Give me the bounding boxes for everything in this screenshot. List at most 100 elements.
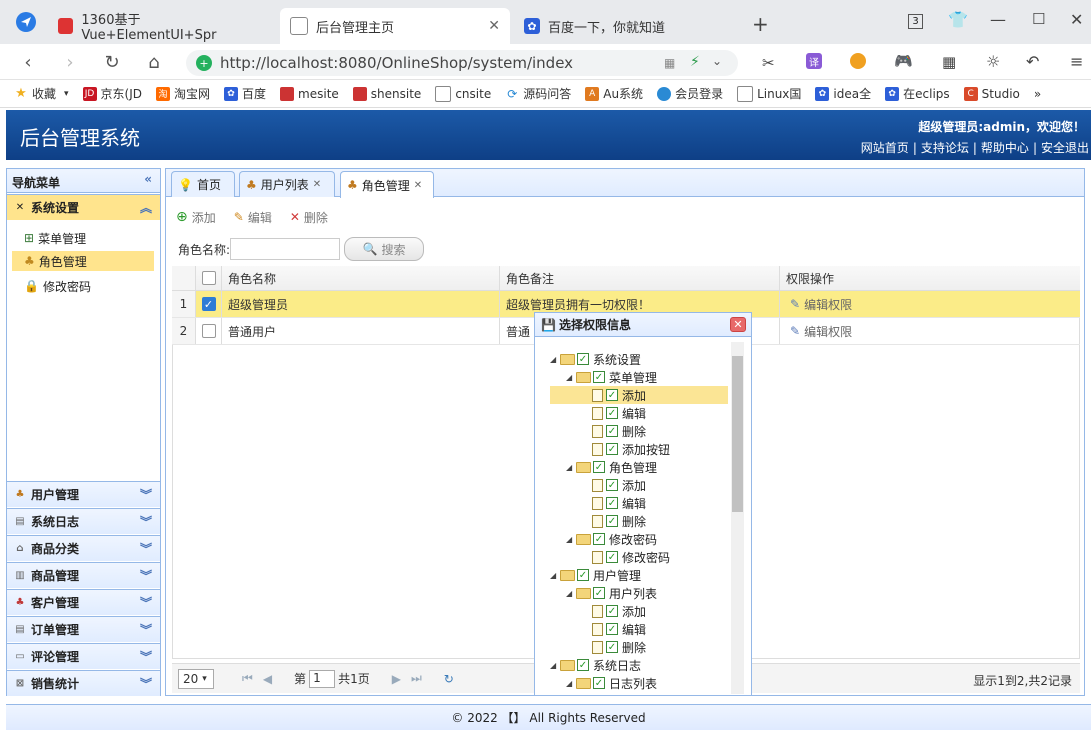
bookmark-member[interactable]: 会员登录	[657, 85, 723, 102]
back-icon[interactable]: ‹	[14, 50, 42, 74]
link-logout[interactable]: 安全退出	[1041, 141, 1089, 155]
tree-checkbox[interactable]: ✓	[606, 605, 618, 617]
nav-section-system-settings[interactable]: ✕ 系统设置 ︽	[7, 194, 160, 220]
tab-home[interactable]: 💡 首页	[171, 171, 235, 197]
dialog-close-button[interactable]: ✕	[730, 317, 746, 332]
shirt-icon[interactable]: 👕	[948, 10, 968, 29]
bookmark-taobao[interactable]: 淘淘宝网	[156, 85, 210, 102]
expand-triangle-icon[interactable]: ◢	[566, 589, 576, 598]
close-tab-icon[interactable]: ✕	[488, 18, 500, 34]
forward-icon[interactable]: ›	[56, 50, 84, 74]
bookmark-mesite[interactable]: mesite	[280, 86, 339, 101]
tree-checkbox[interactable]: ✓	[577, 353, 589, 365]
tree-node[interactable]: ✓ 编辑	[550, 404, 728, 422]
expand-triangle-icon[interactable]: ◢	[550, 571, 560, 580]
nav-item-menu-mgmt[interactable]: ⊞ 菜单管理	[24, 228, 86, 248]
tree-checkbox[interactable]: ✓	[593, 371, 605, 383]
nav-section-system-log[interactable]: ▤ 系统日志 ︾	[7, 508, 160, 534]
dialog-scroll-thumb[interactable]	[732, 356, 743, 512]
col-permission[interactable]: 权限操作	[780, 266, 1080, 290]
page-number-input[interactable]: 1	[309, 669, 336, 688]
tree-node[interactable]: ✓ 修改密码	[550, 548, 728, 566]
tree-checkbox[interactable]: ✓	[606, 641, 618, 653]
bookmark-studio[interactable]: C Studio	[963, 86, 1020, 101]
shield-extension-icon[interactable]	[850, 53, 866, 69]
expand-triangle-icon[interactable]: ◢	[550, 355, 560, 364]
tree-node[interactable]: ✓ 编辑	[550, 494, 728, 512]
nav-section-order[interactable]: ▤ 订单管理 ︾	[7, 616, 160, 642]
browser-tab-1[interactable]: 1360基于Vue+ElementUI+Spr	[48, 8, 278, 44]
tab-count-badge[interactable]: 3	[908, 14, 923, 29]
grid-icon[interactable]: ▦	[942, 53, 956, 71]
page-size-select[interactable]: 20 ▾	[178, 668, 214, 689]
bookmark-jd[interactable]: JD 京东(JD	[82, 85, 142, 102]
scissors-icon[interactable]: ✂	[762, 54, 775, 72]
nav-section-category[interactable]: ⌂ 商品分类 ︾	[7, 535, 160, 561]
close-tab-icon[interactable]: ✕	[313, 179, 321, 190]
qr-icon[interactable]: ▦	[664, 56, 675, 70]
game-icon[interactable]: 🎮	[894, 52, 913, 70]
bookmark-linux[interactable]: Linux国	[737, 85, 801, 102]
reload-icon[interactable]: ↻	[98, 50, 126, 74]
col-role-remark[interactable]: 角色备注	[500, 266, 780, 290]
tree-node[interactable]: ◢ ✓ 修改密码	[550, 530, 728, 548]
link-forum[interactable]: 支持论坛	[921, 141, 969, 155]
row-checkbox[interactable]	[201, 324, 216, 338]
tree-checkbox[interactable]: ✓	[593, 461, 605, 473]
bookmarks-more[interactable]: »	[1034, 87, 1041, 101]
tree-checkbox[interactable]: ✓	[606, 551, 618, 563]
role-name-input[interactable]	[230, 238, 341, 260]
tree-checkbox[interactable]: ✓	[606, 515, 618, 527]
tree-checkbox[interactable]: ✓	[577, 659, 589, 671]
prev-page-icon[interactable]: ◀	[263, 672, 272, 686]
first-page-icon[interactable]: ⏮	[242, 671, 253, 686]
bookmark-qa[interactable]: ⟳ 源码问答	[505, 85, 571, 102]
col-role-name[interactable]: 角色名称	[222, 266, 500, 290]
refresh-icon[interactable]: ↻	[444, 672, 454, 686]
tree-checkbox[interactable]: ✓	[606, 497, 618, 509]
tree-checkbox[interactable]: ✓	[606, 425, 618, 437]
dialog-header[interactable]: 💾 选择权限信息	[535, 313, 751, 337]
tree-node[interactable]: ◢ ✓ 角色管理	[550, 458, 728, 476]
tree-node[interactable]: ✓ 编辑	[550, 620, 728, 638]
tree-checkbox[interactable]: ✓	[593, 587, 605, 599]
minimize-icon[interactable]: —	[990, 10, 1006, 29]
tree-node[interactable]: ◢ ✓ 系统日志	[550, 656, 728, 674]
expand-triangle-icon[interactable]: ◢	[566, 463, 576, 472]
edit-permission-link[interactable]: ✎ 编辑权限	[790, 323, 852, 340]
chevron-down-icon[interactable]: ⌄	[712, 54, 722, 68]
tree-checkbox[interactable]: ✓	[606, 389, 618, 401]
nav-section-customer[interactable]: ♣ 客户管理 ︾	[7, 589, 160, 615]
edit-button[interactable]: ✎ 编辑	[234, 209, 272, 226]
bookmark-au[interactable]: A Au系统	[585, 85, 643, 102]
tree-node[interactable]: ◢ ✓ 日志列表	[550, 674, 728, 692]
tab-user-list[interactable]: ♣ 用户列表 ✕	[239, 171, 335, 197]
tree-node[interactable]: ✓ 删除	[550, 512, 728, 530]
tree-node[interactable]: ◢ ✓ 用户管理	[550, 566, 728, 584]
browser-tab-3[interactable]: ✿ 百度一下，你就知道	[514, 8, 734, 44]
tree-node[interactable]: ✓ 删除	[550, 638, 728, 656]
nav-section-sales[interactable]: ⊠ 销售统计 ︾	[7, 670, 160, 696]
next-page-icon[interactable]: ▶	[392, 672, 401, 686]
lightning-icon[interactable]: ⚡	[690, 54, 700, 70]
tree-node[interactable]: ◢ ✓ 用户列表	[550, 584, 728, 602]
select-all-checkbox[interactable]	[201, 271, 216, 285]
close-tab-icon[interactable]: ✕	[414, 180, 422, 191]
tree-checkbox[interactable]: ✓	[593, 533, 605, 545]
expand-triangle-icon[interactable]: ◢	[566, 373, 576, 382]
translate-icon[interactable]: 译	[806, 53, 822, 69]
tree-node[interactable]: ◢ ✓ 系统设置	[550, 350, 728, 368]
tab-role-mgmt[interactable]: ♣ 角色管理 ✕	[340, 171, 434, 198]
delete-button[interactable]: ✕ 删除	[290, 209, 328, 226]
add-button[interactable]: ⊕ 添加	[176, 209, 216, 226]
expand-triangle-icon[interactable]: ◢	[566, 535, 576, 544]
browser-tab-2[interactable]: 后台管理主页 ✕	[280, 8, 510, 44]
browser-logo-icon[interactable]	[12, 10, 40, 34]
window-close-icon[interactable]: ✕	[1070, 10, 1083, 29]
expand-triangle-icon[interactable]: ◢	[566, 679, 576, 688]
tree-checkbox[interactable]: ✓	[606, 407, 618, 419]
row-checkbox[interactable]: ✓	[201, 297, 216, 311]
search-button[interactable]: 🔍 搜索	[344, 237, 425, 261]
tree-checkbox[interactable]: ✓	[606, 479, 618, 491]
nav-item-change-password[interactable]: 🔒 修改密码	[24, 276, 91, 296]
